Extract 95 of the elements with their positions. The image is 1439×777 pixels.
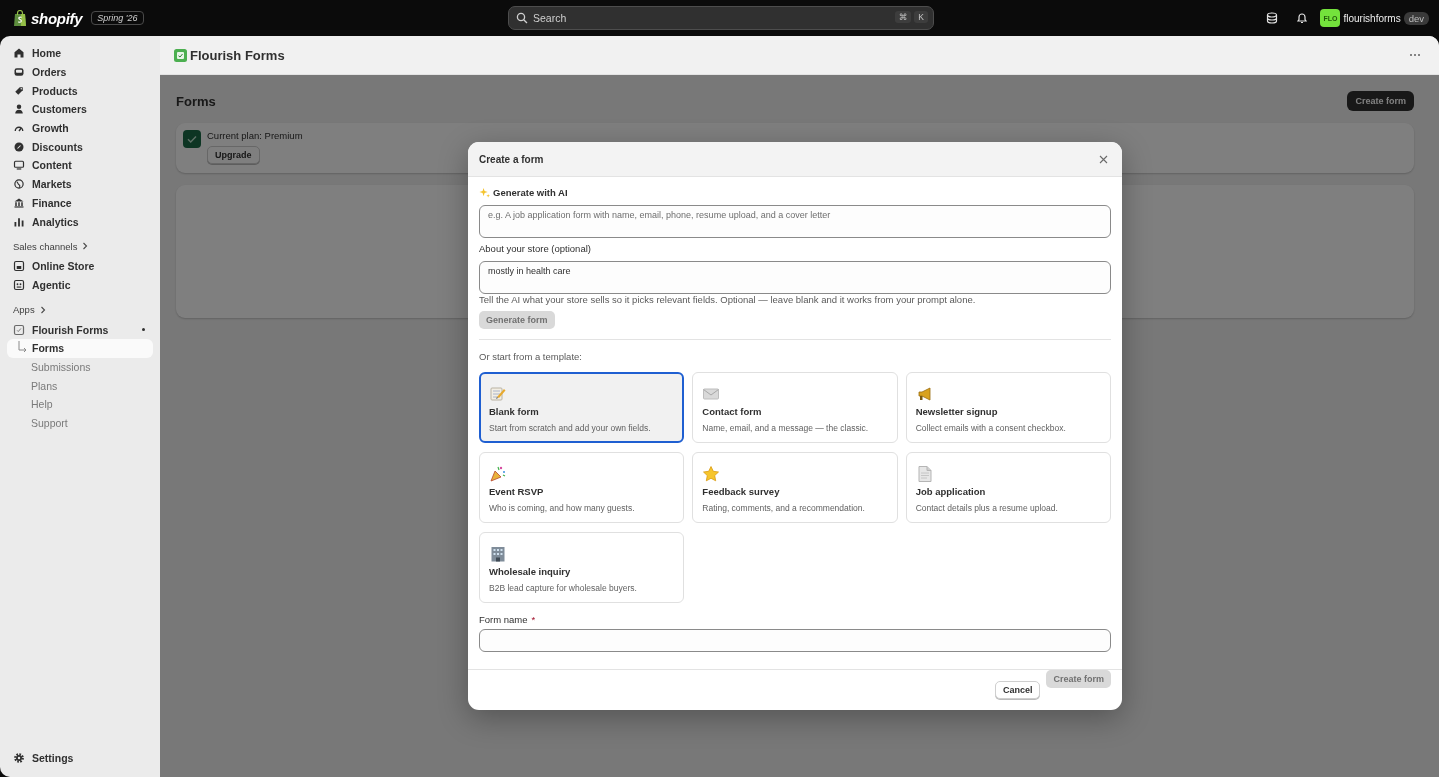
app-logo-icon [174,48,187,62]
template-card[interactable]: Wholesale inquiry B2B lead capture for wholesale buyers. [479,532,685,603]
section-heading[interactable]: Apps [7,304,153,316]
nav-item[interactable]: Agentic [7,275,153,295]
template-description: Name, email, and a message — the classic. [702,423,869,433]
section-label: Or start from a template: [479,351,583,362]
template-title: Feedback survey [702,486,780,497]
nav-item[interactable]: Help [7,395,153,414]
nav-item[interactable]: Home [7,44,153,63]
bar-chart-icon [13,215,25,228]
help-text: Tell the AI what your store sells so it picks relevant fields. Optional — leave blank and it works from your prompt alone. [479,294,977,305]
bank-icon [13,196,25,209]
section-heading[interactable]: Sales channels [7,240,153,252]
nav-item[interactable]: Discounts [7,137,153,157]
office-building-icon [489,545,507,563]
nav-item[interactable]: Growth [7,118,153,138]
status-dot [142,328,145,332]
template-description: Contact details plus a resume upload. [915,503,1058,513]
page-title: Forms [176,93,216,109]
close-icon [1099,154,1108,164]
template-card[interactable]: Blank form Start from scratch and add your own fields. [479,372,685,443]
nav-item[interactable]: Plans [7,376,153,395]
home-icon [13,47,25,60]
tag-icon [13,84,25,97]
app-title: Flourish Forms [190,47,285,63]
notepad-icon [489,385,507,403]
shopping-bag-icon [13,9,27,27]
required-mark: * [531,614,536,625]
nav-item[interactable]: Support [7,413,153,433]
nav-item[interactable]: Markets [7,174,153,194]
template-title: Wholesale inquiry [489,566,571,577]
nav-item[interactable]: Flourish Forms [7,320,153,339]
template-card[interactable]: Job application Contact details plus a resume upload. [905,452,1111,523]
document-icon [915,465,934,483]
checkmark-icon [183,130,201,148]
chevron-right-icon [39,305,46,314]
shortcut-key: K [914,11,928,23]
more-icon [1409,53,1421,57]
prompt-field[interactable]: e.g. A job application form with name, email, phone, resume upload, and a cover letter [479,205,1111,238]
party-popper-icon [489,465,507,483]
nav-item[interactable]: Content [7,156,153,175]
nav-item[interactable]: Orders [7,62,153,82]
cancel-button[interactable]: Cancel [994,681,1041,699]
template-card[interactable]: Event RSVP Who is coming, and how many guests. [479,452,685,523]
sparkles-icon [479,187,490,198]
database-icon [1266,12,1279,24]
envelope-icon [702,385,721,403]
template-title: Job application [915,486,986,497]
edition-badge: Spring '26 [91,11,144,25]
template-description: B2B lead capture for wholesale buyers. [489,583,637,593]
inbox-icon [13,66,25,79]
badge-icon [13,140,25,153]
nav-item[interactable]: Forms [7,338,153,358]
globe-icon [13,178,25,191]
chevron-right-icon [82,242,89,251]
template-description: Who is coming, and how many guests. [489,503,635,513]
template-title: Blank form [489,406,539,417]
bell-icon [1296,12,1309,24]
template-card[interactable]: Contact form Name, email, and a message — the classic. [692,372,898,443]
template-title: Contact form [702,406,762,417]
template-card[interactable]: Feedback survey Rating, comments, and a recommendation. [692,452,898,523]
section-title: Generate with AI [493,187,568,198]
storefront-icon [13,260,25,273]
template-title: Event RSVP [489,486,544,497]
nav-item[interactable]: Products [7,81,153,101]
settings-icon [13,751,25,764]
store-description-field[interactable]: mostly in health care [479,261,1111,294]
star-icon [702,465,721,483]
nav-item[interactable]: Analytics [7,212,153,231]
person-icon [13,103,25,116]
nav-item[interactable]: Online Store [7,256,153,276]
upgrade-button[interactable]: Upgrade [207,146,260,164]
nav-item[interactable]: Settings [7,748,153,767]
store-name: flourishforms [1343,12,1401,24]
monitor-icon [13,159,25,172]
robot-icon [13,278,25,291]
form-name-field[interactable] [479,629,1111,652]
brand-logo: shopify [31,9,83,27]
megaphone-icon [915,385,934,403]
field-label: Form name [479,614,528,625]
store-badge: dev [1403,11,1429,25]
app-icon [13,323,25,336]
nav-item[interactable]: Finance [7,193,153,213]
nav-item[interactable]: Submissions [7,357,153,377]
template-description: Rating, comments, and a recommendation. [702,503,865,513]
create-form-button[interactable]: Create form [1347,91,1414,111]
template-description: Start from scratch and add your own fields. [489,423,651,433]
template-description: Collect emails with a consent checkbox. [915,423,1066,433]
template-title: Newsletter signup [915,406,998,417]
template-card[interactable]: Newsletter signup Collect emails with a consent checkbox. [905,372,1111,443]
search-icon [516,12,528,24]
plan-text: Current plan: Premium [207,130,303,141]
field-label: About your store (optional) [479,243,592,254]
nav-item[interactable]: Customers [7,100,153,119]
modal-title: Create a form [479,153,544,165]
